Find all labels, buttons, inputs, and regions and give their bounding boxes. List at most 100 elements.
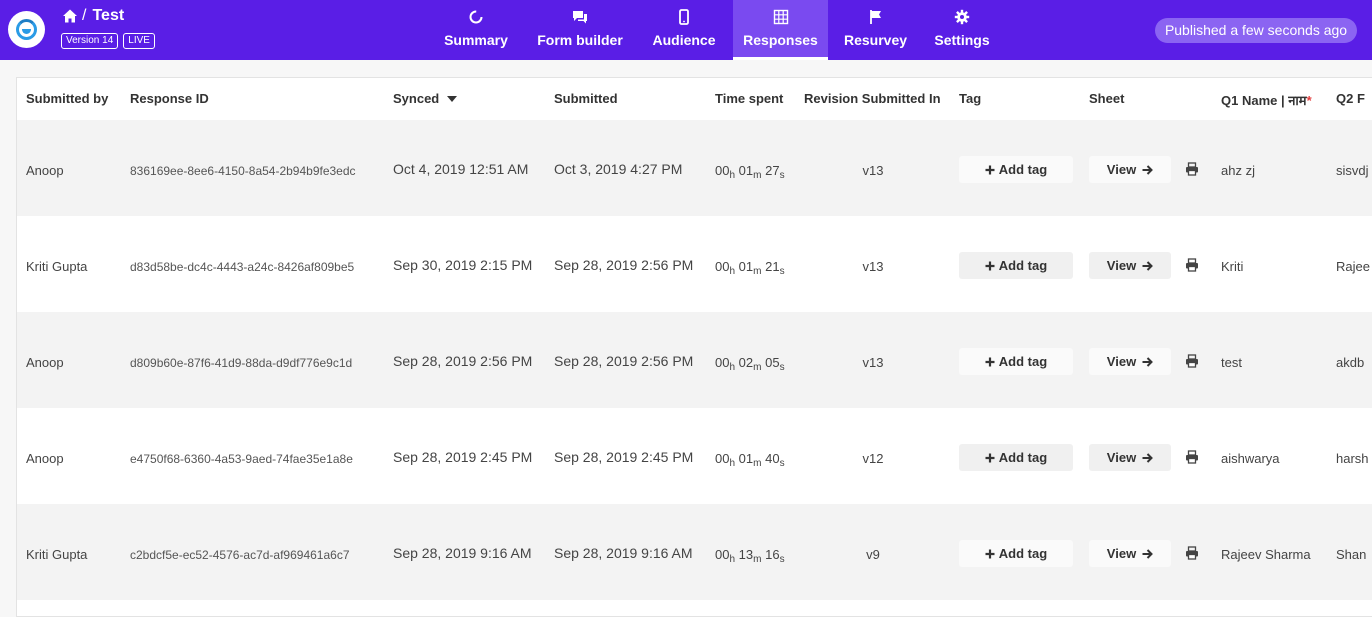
table-row[interactable]: Anoop d809b60e-87f6-41d9-88da-d9df776e9c1… (17, 312, 1372, 408)
q1-answer-cell: Kriti (1221, 259, 1244, 274)
top-bar: / Test Version 14 LIVE Summary Form buil… (0, 0, 1372, 60)
minutes-unit: m (753, 458, 762, 469)
submitted-by-cell: Anoop (26, 163, 64, 178)
hours-value: 00 (715, 259, 730, 274)
arrow-right-icon (1142, 548, 1154, 559)
submitted-by-cell: Anoop (26, 355, 64, 370)
hours-unit: h (729, 554, 736, 565)
view-sheet-button[interactable]: View (1089, 156, 1171, 183)
plus-icon (985, 453, 995, 462)
response-id-cell[interactable]: 836169ee-8ee6-4150-8a54-2b94b9fe3edc (130, 164, 356, 178)
col-submitted-by[interactable]: Submitted by (26, 91, 108, 106)
col-tag[interactable]: Tag (959, 91, 981, 106)
seconds-unit: s (779, 266, 785, 277)
q2-answer-cell: sisvdj (1336, 163, 1369, 178)
view-sheet-button[interactable]: View (1089, 444, 1171, 471)
submitted-by-cell: Kriti Gupta (26, 259, 88, 274)
hours-unit: h (729, 266, 736, 277)
table-row[interactable]: Kriti Gupta c2bdcf5e-ec52-4576-ac7d-af969… (17, 504, 1372, 600)
col-synced-label: Synced (393, 91, 440, 106)
view-sheet-button[interactable]: View (1089, 540, 1171, 567)
seconds-value: 21 (765, 259, 780, 274)
arrow-right-icon (1142, 356, 1154, 367)
home-icon[interactable] (62, 8, 78, 24)
tab-summary[interactable]: Summary (437, 0, 515, 60)
seconds-unit: s (779, 554, 785, 565)
seconds-value: 05 (765, 355, 780, 370)
arrow-right-icon (1142, 260, 1154, 271)
q1-answer-cell: Rajeev Sharma (1221, 547, 1311, 562)
flag-icon (869, 10, 881, 24)
add-tag-label: Add tag (998, 546, 1048, 561)
time-spent-cell: 00h 01m 27s (715, 163, 785, 181)
seconds-value: 27 (765, 163, 780, 178)
tab-settings[interactable]: Settings (926, 0, 998, 60)
hours-unit: h (729, 458, 736, 469)
app-logo[interactable] (8, 11, 45, 48)
add-tag-label: Add tag (998, 354, 1048, 369)
col-sheet[interactable]: Sheet (1089, 91, 1124, 106)
col-q1[interactable]: Q1 Name | नाम* (1221, 91, 1312, 109)
tab-audience[interactable]: Audience (645, 0, 723, 60)
survey-title[interactable]: Test (92, 7, 124, 25)
col-submitted[interactable]: Submitted (554, 91, 618, 106)
submitted-by-cell: Anoop (26, 451, 64, 466)
add-tag-button[interactable]: Add tag (959, 156, 1073, 183)
tab-responses[interactable]: Responses (733, 0, 828, 60)
table-row[interactable]: Anoop 836169ee-8ee6-4150-8a54-2b94b9fe3ed… (17, 120, 1372, 216)
table-row[interactable]: Kriti Gupta d83d58be-dc4c-4443-a24c-8426a… (17, 216, 1372, 312)
minutes-unit: m (753, 266, 762, 277)
print-icon[interactable] (1185, 162, 1199, 176)
col-synced[interactable]: Synced (393, 91, 457, 106)
plus-icon (985, 261, 995, 270)
response-id-cell[interactable]: c2bdcf5e-ec52-4576-ac7d-af969461a6c7 (130, 548, 350, 562)
tab-form-builder[interactable]: Form builder (528, 0, 632, 60)
add-tag-button[interactable]: Add tag (959, 540, 1073, 567)
seconds-unit: s (779, 170, 785, 181)
q2-answer-cell: akdb (1336, 355, 1365, 370)
view-label: View (1106, 162, 1137, 177)
grid-icon (773, 9, 788, 25)
col-q2[interactable]: Q2 F (1336, 91, 1365, 106)
tab-label: Summary (444, 32, 508, 48)
tab-resurvey[interactable]: Resurvey (838, 0, 913, 60)
response-id-cell[interactable]: d809b60e-87f6-41d9-88da-d9df776e9c1d (130, 356, 352, 370)
minutes-value: 01 (738, 163, 754, 178)
hours-value: 00 (715, 355, 730, 370)
print-icon[interactable] (1185, 354, 1199, 368)
sort-desc-icon[interactable] (446, 95, 457, 103)
view-label: View (1106, 354, 1137, 369)
view-sheet-button[interactable]: View (1089, 252, 1171, 279)
time-spent-cell: 00h 01m 40s (715, 451, 785, 469)
seconds-value: 16 (765, 547, 780, 562)
print-icon[interactable] (1185, 546, 1199, 560)
seconds-value: 40 (765, 451, 780, 466)
q2-answer-cell: Rajee (1336, 259, 1370, 274)
time-spent-cell: 00h 01m 21s (715, 259, 785, 277)
hours-value: 00 (715, 547, 730, 562)
add-tag-button[interactable]: Add tag (959, 348, 1073, 375)
hours-unit: h (729, 170, 736, 181)
col-revision[interactable]: Revision Submitted In (804, 91, 941, 106)
phone-icon (679, 9, 689, 25)
col-time-spent[interactable]: Time spent (715, 91, 783, 106)
col-response-id[interactable]: Response ID (130, 91, 209, 106)
table-row[interactable]: Anoop e4750f68-6360-4a53-9aed-74fae35e1a8… (17, 408, 1372, 504)
submitted-cell: Sep 28, 2019 2:45 PM (554, 449, 694, 465)
view-label: View (1106, 258, 1137, 273)
response-id-cell[interactable]: e4750f68-6360-4a53-9aed-74fae35e1a8e (130, 452, 353, 466)
minutes-unit: m (753, 362, 762, 373)
q2-answer-cell: harsh (1336, 451, 1369, 466)
add-tag-button[interactable]: Add tag (959, 444, 1073, 471)
print-icon[interactable] (1185, 258, 1199, 272)
submitted-by-cell: Kriti Gupta (26, 547, 88, 562)
plus-icon (985, 165, 995, 174)
plus-icon (985, 357, 995, 366)
tab-label: Audience (652, 32, 716, 48)
print-icon[interactable] (1185, 450, 1199, 464)
add-tag-button[interactable]: Add tag (959, 252, 1073, 279)
view-sheet-button[interactable]: View (1089, 348, 1171, 375)
table-header: Submitted by Response ID Synced Submitte… (17, 78, 1372, 120)
responses-table: Submitted by Response ID Synced Submitte… (16, 77, 1372, 617)
response-id-cell[interactable]: d83d58be-dc4c-4443-a24c-8426af809be5 (130, 260, 354, 274)
